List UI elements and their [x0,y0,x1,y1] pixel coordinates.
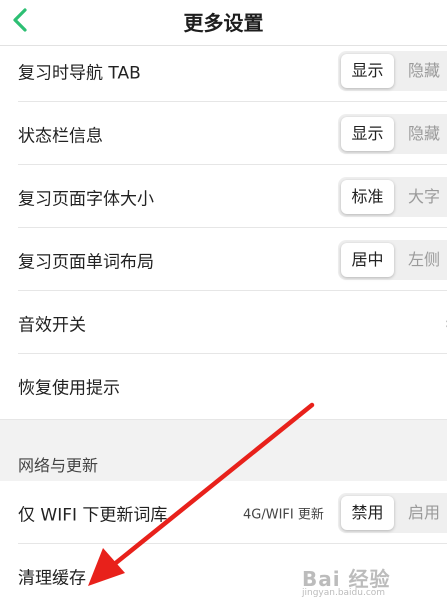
segment-unselected[interactable]: 隐藏 [400,51,447,91]
segment-unselected[interactable]: 启用 [400,493,447,533]
segmented-control[interactable]: 显示 隐藏 [338,113,447,154]
segment-selected[interactable]: 标准 [341,179,394,214]
row-sound-effects[interactable]: 音效开关 › [0,291,447,354]
segment-selected[interactable]: 居中 [341,242,394,277]
segment-unselected[interactable]: 大字 [400,177,447,217]
row-label: 复习页面单词布局 [18,252,154,272]
segmented-control[interactable]: 禁用 启用 [338,492,447,533]
row-label: 仅 WIFI 下更新词库 [18,505,168,525]
segment-unselected[interactable]: 隐藏 [400,114,447,154]
watermark-url: jingyan.baidu.com [302,588,386,598]
row-label: 清理缓存 [18,568,86,588]
row-label: 复习时导航 TAB [18,63,141,83]
update-mode-note: 4G/WIFI 更新 [243,507,324,522]
row-wifi-update: 仅 WIFI 下更新词库 4G/WIFI 更新 禁用 启用 [0,481,447,544]
row-status-bar-info: 状态栏信息 显示 隐藏 [0,102,447,165]
segmented-control[interactable]: 居中 左侧 [338,239,447,280]
row-label: 恢复使用提示 [18,378,120,398]
row-font-size: 复习页面字体大小 标准 大字 [0,165,447,228]
row-restore-tips[interactable]: 恢复使用提示 [0,354,447,417]
segment-selected[interactable]: 显示 [341,53,394,88]
segment-selected[interactable]: 禁用 [341,495,394,530]
segmented-control[interactable]: 显示 隐藏 [338,50,447,91]
row-label: 状态栏信息 [18,126,103,146]
section-title: 网络与更新 [18,456,99,475]
page-title: 更多设置 [183,11,264,35]
row-label: 音效开关 [18,315,86,335]
row-review-nav-tab: 复习时导航 TAB 显示 隐藏 [0,39,447,102]
row-word-layout: 复习页面单词布局 居中 左侧 [0,228,447,291]
segment-selected[interactable]: 显示 [341,116,394,151]
segment-unselected[interactable]: 左侧 [400,240,447,280]
row-label: 复习页面字体大小 [18,189,154,209]
section-header: 网络与更新 [0,419,447,481]
segmented-control[interactable]: 标准 大字 [338,176,447,217]
